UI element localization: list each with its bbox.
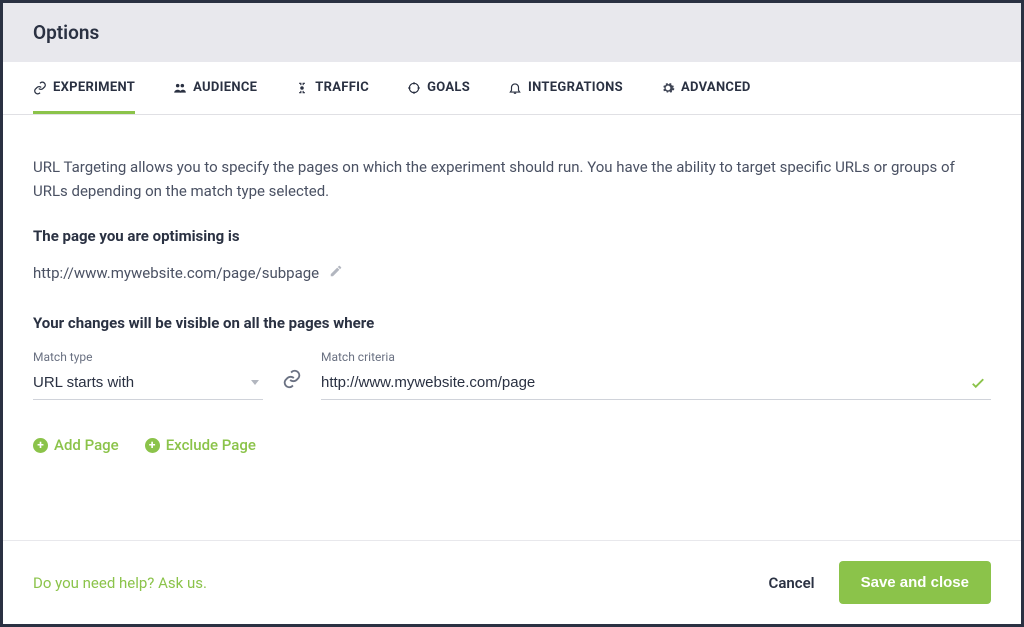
- check-icon: [969, 374, 987, 392]
- tab-audience[interactable]: AUDIENCE: [173, 62, 257, 114]
- tab-label: ADVANCED: [681, 80, 751, 95]
- match-criteria-input[interactable]: [321, 370, 991, 400]
- match-type-field: Match type: [33, 350, 263, 400]
- match-criteria-field: Match criteria: [321, 350, 991, 400]
- intro-text: URL Targeting allows you to specify the …: [33, 155, 991, 203]
- optimising-label: The page you are optimising is: [33, 227, 991, 245]
- visible-label: Your changes will be visible on all the …: [33, 314, 991, 332]
- people-icon: [173, 81, 187, 95]
- tab-label: EXPERIMENT: [53, 80, 135, 95]
- save-and-close-button[interactable]: Save and close: [839, 561, 991, 604]
- link-separator-icon: [281, 368, 303, 400]
- tab-label: AUDIENCE: [193, 80, 257, 95]
- cancel-button[interactable]: Cancel: [769, 574, 815, 592]
- tab-label: TRAFFIC: [315, 80, 369, 95]
- content-area: URL Targeting allows you to specify the …: [3, 115, 1021, 540]
- crosshair-icon: [407, 81, 421, 95]
- exclude-page-label: Exclude Page: [166, 436, 256, 454]
- dialog-footer: Do you need help? Ask us. Cancel Save an…: [3, 540, 1021, 624]
- link-icon: [33, 81, 47, 95]
- add-page-button[interactable]: + Add Page: [33, 436, 119, 454]
- footer-actions: Cancel Save and close: [769, 561, 991, 604]
- tab-experiment[interactable]: EXPERIMENT: [33, 62, 135, 114]
- help-link[interactable]: Do you need help? Ask us.: [33, 574, 207, 592]
- tab-advanced[interactable]: ADVANCED: [661, 62, 751, 114]
- plus-icon: +: [33, 438, 48, 453]
- tab-goals[interactable]: GOALS: [407, 62, 470, 114]
- tab-integrations[interactable]: INTEGRATIONS: [508, 62, 623, 114]
- pencil-icon: [329, 264, 343, 278]
- link-icon: [281, 368, 303, 390]
- match-row: Match type Match criteria: [33, 350, 991, 400]
- tab-bar: EXPERIMENT AUDIENCE TRAFFIC GOALS INTEGR…: [3, 62, 1021, 115]
- dialog-title: Options: [33, 21, 991, 44]
- gear-icon: [661, 81, 675, 95]
- plus-icon: +: [145, 438, 160, 453]
- dialog-header: Options: [3, 3, 1021, 62]
- optimising-url-row: http://www.mywebsite.com/page/subpage: [33, 263, 991, 282]
- tab-traffic[interactable]: TRAFFIC: [295, 62, 369, 114]
- match-type-select-wrap[interactable]: [33, 370, 263, 400]
- match-criteria-label: Match criteria: [321, 350, 991, 364]
- criteria-valid-indicator: [969, 374, 987, 396]
- add-page-label: Add Page: [54, 436, 119, 454]
- target-icon: [295, 81, 309, 95]
- exclude-page-button[interactable]: + Exclude Page: [145, 436, 256, 454]
- page-actions: + Add Page + Exclude Page: [33, 436, 991, 454]
- bell-icon: [508, 81, 522, 95]
- match-type-label: Match type: [33, 350, 263, 364]
- edit-url-button[interactable]: [329, 263, 343, 282]
- optimising-url: http://www.mywebsite.com/page/subpage: [33, 264, 319, 282]
- tab-label: GOALS: [427, 80, 470, 95]
- tab-label: INTEGRATIONS: [528, 80, 623, 95]
- match-type-select[interactable]: [33, 370, 263, 400]
